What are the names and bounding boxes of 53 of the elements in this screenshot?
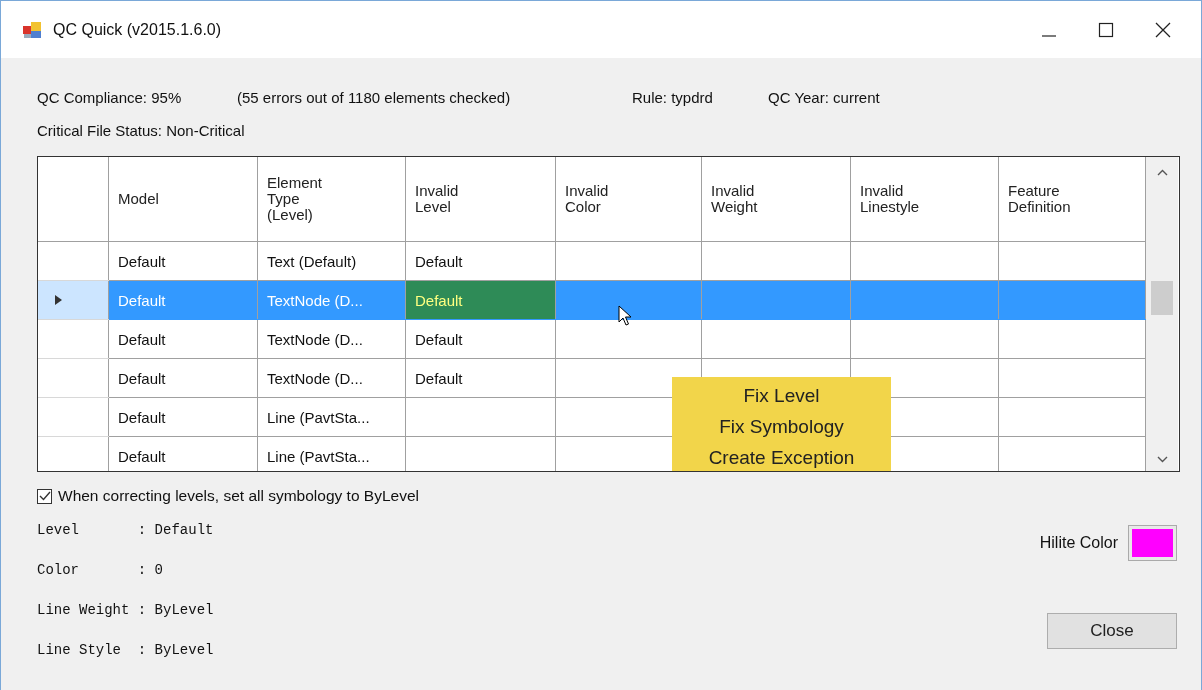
table-cell: Default bbox=[108, 397, 258, 437]
table-cell: Text (Default) bbox=[257, 241, 406, 281]
window-title: QC Quick (v2015.1.6.0) bbox=[53, 20, 222, 39]
table-cell: Default bbox=[108, 358, 258, 398]
table-cell: TextNode (D... bbox=[257, 319, 406, 359]
table-cell: Line (PavtSta... bbox=[257, 397, 406, 437]
summary-text: Rule: typdrd bbox=[632, 88, 714, 106]
table-cell: Default bbox=[405, 319, 556, 359]
menu-item[interactable]: Fix Level bbox=[743, 380, 820, 411]
row-header[interactable] bbox=[38, 241, 109, 281]
table-cell: Default bbox=[108, 319, 258, 359]
table-cell: TextNode (D... bbox=[257, 358, 406, 398]
row-header[interactable] bbox=[38, 280, 109, 320]
column-header: Element Type (Level) bbox=[257, 157, 406, 242]
status-text: Critical File Status: Non-Critical bbox=[37, 122, 246, 141]
table-cell: TextNode (D... bbox=[257, 280, 406, 320]
scrollbar[interactable] bbox=[1146, 157, 1178, 471]
row-header[interactable] bbox=[38, 358, 109, 398]
summary-text: QC Compliance: 95% bbox=[37, 88, 183, 106]
row-header[interactable] bbox=[38, 397, 109, 437]
checkbox-label: When correcting levels, set all symbology to ByLevel bbox=[58, 487, 419, 505]
color-swatch[interactable] bbox=[1128, 525, 1177, 561]
close-icon[interactable] bbox=[1155, 21, 1171, 38]
table-cell: Default bbox=[405, 280, 556, 320]
scroll-thumb[interactable] bbox=[1151, 281, 1173, 315]
scroll-down-icon[interactable] bbox=[1156, 456, 1168, 463]
column-header: Invalid Level bbox=[405, 157, 556, 242]
table-cell: Default bbox=[108, 280, 258, 320]
detail-text: Color : 0 bbox=[37, 561, 165, 580]
row-pointer-icon bbox=[55, 295, 62, 305]
mouse-pointer-icon bbox=[618, 305, 632, 327]
column-header: Model bbox=[108, 157, 258, 242]
detail-text: Line Weight : ByLevel bbox=[37, 601, 215, 620]
menu-item[interactable]: Create Exception bbox=[708, 442, 855, 471]
column-header: Invalid Linestyle bbox=[850, 157, 999, 242]
column-header: Feature Definition bbox=[998, 157, 1146, 242]
detail-text: Line Style : ByLevel bbox=[37, 641, 215, 660]
menu-item[interactable]: Fix Symbology bbox=[719, 411, 844, 442]
checkbox[interactable] bbox=[37, 488, 52, 504]
table-cell: Default bbox=[108, 241, 258, 281]
column-header: Invalid Weight bbox=[701, 157, 851, 242]
scroll-up-icon[interactable] bbox=[1156, 169, 1168, 176]
hilite-color-label: Hilite Color bbox=[1039, 534, 1118, 552]
column-header: Invalid Color bbox=[555, 157, 702, 242]
summary-text: (55 errors out of 1180 elements checked) bbox=[237, 88, 512, 106]
table-cell: Default bbox=[405, 358, 556, 398]
row-header[interactable] bbox=[38, 319, 109, 359]
maximize-icon[interactable] bbox=[1098, 21, 1114, 38]
summary-text: QC Year: current bbox=[768, 88, 880, 106]
app-icon bbox=[23, 20, 43, 39]
detail-text: Level : Default bbox=[37, 521, 215, 540]
table-cell: Default bbox=[405, 241, 556, 281]
close-button[interactable]: Close bbox=[1047, 613, 1177, 649]
